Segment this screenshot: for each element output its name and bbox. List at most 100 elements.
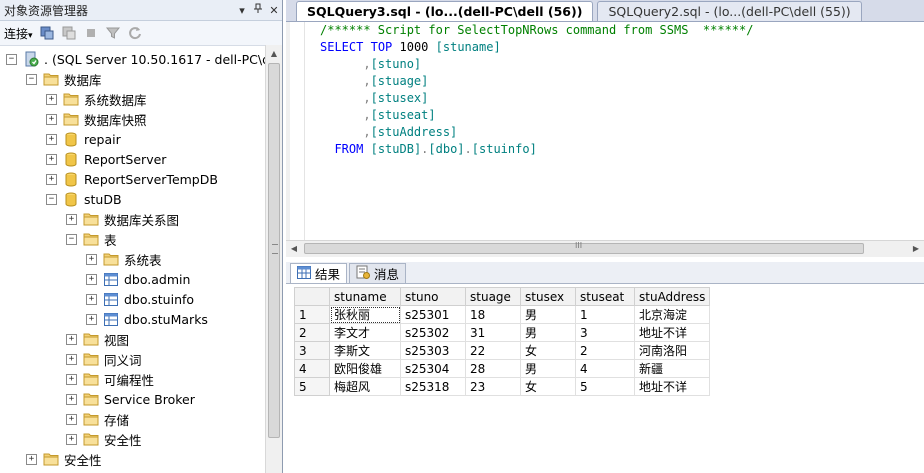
table-row[interactable]: 2 李文才 s25302 31 男 3 地址不详 <box>294 323 711 342</box>
editor-horizontal-scrollbar[interactable]: ◀ III ▶ <box>286 240 924 257</box>
result-tab[interactable]: 消息 <box>349 263 407 283</box>
grid-cell[interactable]: 新疆 <box>633 359 711 378</box>
collapse-icon[interactable]: − <box>66 233 77 245</box>
grid-cell[interactable]: s25302 <box>400 323 466 342</box>
connect-icon[interactable] <box>39 25 55 41</box>
tree-node[interactable]: + 数据库快照 <box>46 109 147 129</box>
grid-cell[interactable]: s25304 <box>400 359 466 378</box>
tree-node[interactable]: + ReportServer <box>46 149 166 169</box>
grid-cell[interactable]: 欧阳俊雄 <box>329 359 401 378</box>
row-number[interactable]: 5 <box>294 377 330 396</box>
grid-cell[interactable]: 男 <box>520 305 576 324</box>
grid-cell[interactable]: 北京海淀 <box>633 305 711 324</box>
grid-cell[interactable]: 李文才 <box>329 323 401 342</box>
tree-node[interactable]: + 视图 <box>66 329 129 349</box>
pin-icon[interactable] <box>250 3 266 17</box>
expand-icon[interactable]: + <box>66 213 77 225</box>
expand-icon[interactable]: + <box>86 253 97 265</box>
scroll-up-arrow-icon[interactable]: ▲ <box>266 45 282 62</box>
table-row[interactable]: 3 李斯文 s25303 22 女 2 河南洛阳 <box>294 341 711 360</box>
grid-corner[interactable] <box>294 287 330 306</box>
grid-cell[interactable]: 1 <box>575 305 635 324</box>
results-grid[interactable]: stuname stuno stuage stusex stuseat stuAddres… <box>294 287 711 396</box>
column-header[interactable]: stuage <box>465 287 521 306</box>
grid-cell[interactable]: 22 <box>465 341 521 360</box>
grid-cell[interactable]: 张秋丽 <box>329 305 401 324</box>
column-header[interactable]: stuseat <box>575 287 635 306</box>
grid-cell[interactable]: 28 <box>465 359 521 378</box>
document-tab[interactable]: SQLQuery2.sql - (lo...(dell-PC\dell (55)… <box>597 1 862 21</box>
query-editor[interactable]: /****** Script for SelectTopNRows comman… <box>286 22 924 240</box>
tree-node[interactable]: + repair <box>46 129 121 149</box>
grid-cell[interactable]: 31 <box>465 323 521 342</box>
tree-node[interactable]: + dbo.admin <box>86 269 190 289</box>
tree-node[interactable]: + dbo.stuMarks <box>86 309 208 329</box>
filter-icon[interactable] <box>105 25 121 41</box>
grid-cell[interactable]: s25303 <box>400 341 466 360</box>
grid-cell[interactable]: 5 <box>575 377 635 396</box>
scroll-thumb[interactable] <box>268 63 280 438</box>
expand-icon[interactable]: + <box>86 293 97 305</box>
column-header[interactable]: stusex <box>520 287 576 306</box>
grid-cell[interactable]: 2 <box>575 341 635 360</box>
grid-cell[interactable]: 3 <box>575 323 635 342</box>
tree-node[interactable]: + ReportServerTempDB <box>46 169 218 189</box>
grid-cell[interactable]: 女 <box>520 341 576 360</box>
table-row[interactable]: 4 欧阳俊雄 s25304 28 男 4 新疆 <box>294 359 711 378</box>
expand-icon[interactable]: + <box>66 393 77 405</box>
editor-scroll-thumb[interactable]: III <box>304 241 864 254</box>
expand-icon[interactable]: + <box>46 173 57 185</box>
tree-node[interactable]: + 系统数据库 <box>46 89 147 109</box>
tree-node[interactable]: + 同义词 <box>66 349 142 369</box>
tree-node[interactable]: − . (SQL Server 10.50.1617 - dell-PC\dell <box>6 49 265 69</box>
column-header[interactable]: stuAddress <box>633 287 711 306</box>
grid-cell[interactable]: 地址不详 <box>633 377 711 396</box>
row-number[interactable]: 2 <box>294 323 330 342</box>
stop-icon[interactable] <box>83 25 99 41</box>
grid-cell[interactable]: 男 <box>520 323 576 342</box>
grid-cell[interactable]: 地址不详 <box>633 323 711 342</box>
grid-cell[interactable]: 4 <box>575 359 635 378</box>
tree-node[interactable]: + 数据库关系图 <box>66 209 179 229</box>
disconnect-icon[interactable] <box>61 25 77 41</box>
grid-cell[interactable]: 梅超风 <box>329 377 401 396</box>
expand-icon[interactable]: + <box>66 373 77 385</box>
expand-icon[interactable]: + <box>66 353 77 365</box>
grid-cell[interactable]: 男 <box>520 359 576 378</box>
tree-node[interactable]: + 存储 <box>66 409 129 429</box>
expand-icon[interactable]: + <box>46 133 57 145</box>
window-position-icon[interactable]: ▾ <box>234 4 250 17</box>
tree-node[interactable]: − 数据库 <box>26 69 102 89</box>
scroll-left-arrow-icon[interactable]: ◀ <box>286 241 302 257</box>
expand-icon[interactable]: + <box>46 113 57 125</box>
row-number[interactable]: 3 <box>294 341 330 360</box>
result-tab[interactable]: 结果 <box>290 263 348 283</box>
tree-node[interactable]: + 可编程性 <box>66 369 154 389</box>
collapse-icon[interactable]: − <box>26 73 37 85</box>
grid-cell[interactable]: 18 <box>465 305 521 324</box>
expand-icon[interactable]: + <box>26 453 37 465</box>
tree-node[interactable]: + dbo.stuinfo <box>86 289 194 309</box>
grid-cell[interactable]: 23 <box>465 377 521 396</box>
column-header[interactable]: stuname <box>329 287 401 306</box>
collapse-icon[interactable]: − <box>6 53 17 65</box>
table-row[interactable]: 1 张秋丽 s25301 18 男 1 北京海淀 <box>294 305 711 324</box>
row-number[interactable]: 4 <box>294 359 330 378</box>
row-number[interactable]: 1 <box>294 305 330 324</box>
expand-icon[interactable]: + <box>86 313 97 325</box>
expand-icon[interactable]: + <box>66 333 77 345</box>
collapse-icon[interactable]: − <box>46 193 57 205</box>
expand-icon[interactable]: + <box>46 93 57 105</box>
refresh-icon[interactable] <box>127 25 143 41</box>
column-header[interactable]: stuno <box>400 287 466 306</box>
expand-icon[interactable]: + <box>46 153 57 165</box>
tree-node[interactable]: − stuDB <box>46 189 122 209</box>
expand-icon[interactable]: + <box>66 433 77 445</box>
expand-icon[interactable]: + <box>86 273 97 285</box>
expand-icon[interactable]: + <box>66 413 77 425</box>
tree-node[interactable]: + 安全性 <box>66 429 142 449</box>
document-tab[interactable]: SQLQuery3.sql - (lo...(dell-PC\dell (56)… <box>296 1 594 21</box>
tree-node[interactable]: + 系统表 <box>86 249 162 269</box>
grid-cell[interactable]: 女 <box>520 377 576 396</box>
tree-vertical-scrollbar[interactable]: ▲ <box>265 45 282 473</box>
